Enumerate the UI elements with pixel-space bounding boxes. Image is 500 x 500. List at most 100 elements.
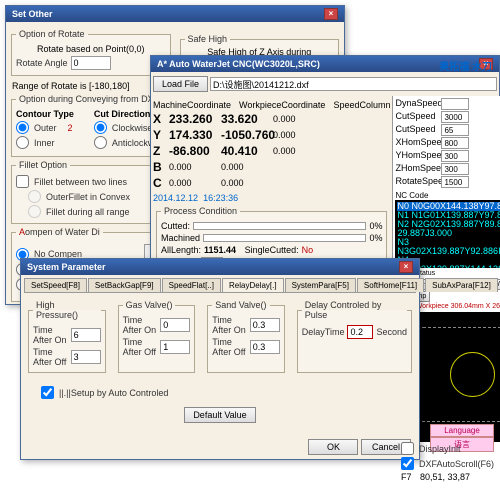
progress-bar xyxy=(193,222,366,230)
ax-b: B xyxy=(153,160,167,174)
rotate-angle-input[interactable] xyxy=(71,56,111,70)
hp-toff[interactable] xyxy=(71,350,101,364)
pct: 0% xyxy=(369,221,382,231)
compen-lbl: ompen of Water Di xyxy=(25,227,100,237)
b-mc: 0.000 xyxy=(169,162,219,172)
z-sp: 0.000 xyxy=(273,146,309,156)
wc-lbl: WorkpieceCoordinate xyxy=(239,100,325,110)
w3-title: System Parameter xyxy=(27,262,106,272)
hp-ton[interactable] xyxy=(71,328,101,342)
x-sp: 0.000 xyxy=(273,114,309,124)
dasc-lbl: DXFAutoScroll(F6) xyxy=(419,459,494,469)
delay-legend: Delay Controled by Pulse xyxy=(302,300,407,320)
z-wc: 40.410 xyxy=(221,144,271,158)
sec-lbl: Second xyxy=(376,327,407,337)
mc-lbl: MachineCoordinate xyxy=(153,100,231,110)
tab-5[interactable]: SoftHome[F11] xyxy=(357,278,424,292)
tab-3[interactable]: RelayDelay[.] xyxy=(222,278,284,292)
ccw-radio[interactable] xyxy=(94,136,107,149)
z-mc: -86.800 xyxy=(169,144,219,158)
zhom-input[interactable] xyxy=(441,163,469,175)
cutspeed2-input[interactable] xyxy=(441,124,469,136)
cutspeed-lbl: CutSpeed xyxy=(395,111,440,123)
progress-bar-2 xyxy=(203,234,366,242)
ok-button[interactable]: OK xyxy=(308,439,358,455)
single: No xyxy=(302,245,314,255)
nc-2: N2 N2G02X139.887Y89.888I-29.887J3.000 xyxy=(397,220,500,238)
y-mc: 174.330 xyxy=(169,128,219,142)
rotate-based: Rotate based on Point(0,0) xyxy=(16,44,166,54)
cw-radio[interactable] xyxy=(94,121,107,134)
cutspeed-input[interactable] xyxy=(441,111,469,123)
yhom-input[interactable] xyxy=(441,150,469,162)
ax-y: Y xyxy=(153,128,167,142)
dynaspeed-input[interactable] xyxy=(441,98,469,110)
single-lbl: SingleCutted: xyxy=(245,245,299,255)
brand-logo: 奥拓福 水刀 xyxy=(439,58,492,73)
hp-toff-lbl: Time After Off xyxy=(33,347,68,367)
date: 2014.12.12 xyxy=(153,193,198,203)
outer-lbl: Outer xyxy=(34,123,57,133)
cutdir-lbl: Cut Direction xyxy=(94,109,155,119)
w1-title: Set Other xyxy=(12,9,53,19)
x-mc: 233.260 xyxy=(169,112,219,126)
dasc-chk[interactable] xyxy=(401,457,414,470)
delaytime-lbl: DelayTime xyxy=(302,327,345,337)
c-wc: 0.000 xyxy=(221,178,271,188)
gas-ton-lbl: Time After On xyxy=(123,315,158,335)
machined-lbl: Machined xyxy=(161,233,200,243)
alllen: 1151.44 xyxy=(204,245,236,255)
fillet-opt2-radio xyxy=(28,205,41,218)
rot-lbl: RotateSpeed xyxy=(395,176,440,188)
contour-lbl: Contour Type xyxy=(16,109,74,119)
fillet-chk[interactable] xyxy=(16,175,29,188)
gas-ton[interactable] xyxy=(160,318,190,332)
zhom-lbl: ZHomSpeed xyxy=(395,163,440,175)
inner-lbl: Inner xyxy=(34,138,55,148)
sand-toff[interactable] xyxy=(250,340,280,354)
tab-1[interactable]: SetBackGap[F9] xyxy=(88,278,161,292)
process-legend: Process Condition xyxy=(161,206,240,216)
sand-legend: Sand Valve() xyxy=(212,300,269,310)
disp-chk[interactable] xyxy=(401,442,414,455)
xhom-input[interactable] xyxy=(441,137,469,149)
filepath-input[interactable] xyxy=(210,77,497,91)
close-icon[interactable]: × xyxy=(324,8,338,20)
default-button[interactable]: Default Value xyxy=(184,407,255,423)
sand-ton[interactable] xyxy=(250,318,280,332)
fillet-chk-lbl: Fillet between two lines xyxy=(34,177,127,187)
gas-toff[interactable] xyxy=(160,340,190,354)
setup-chk[interactable] xyxy=(41,386,54,399)
tab-0[interactable]: SetSpeed[F8] xyxy=(24,278,87,292)
disp-lbl: DisplayInit xyxy=(419,444,461,454)
ax-x: X xyxy=(153,112,167,126)
close-icon-3[interactable]: × xyxy=(399,261,413,273)
fillet-legend: Fillet Option xyxy=(16,160,70,170)
yhom-lbl: YHomSpeed xyxy=(395,150,440,162)
setup-lbl: ||.||Setup by Auto Controled xyxy=(59,388,168,398)
fillet-opt1-radio xyxy=(28,190,41,203)
rotate-legend: Option of Rotate xyxy=(16,29,88,39)
cutted-lbl: Cutted: xyxy=(161,221,190,231)
f7: F7 xyxy=(401,472,412,482)
coords: 80,51, 33,87 xyxy=(420,472,470,482)
w2-title: A* Auto WaterJet CNC(WC3020L,SRC) xyxy=(157,59,320,69)
cw-lbl: Clockwise xyxy=(112,123,153,133)
lang-label: Language xyxy=(430,424,494,437)
time: 16:23:36 xyxy=(203,193,238,203)
inner-radio[interactable] xyxy=(16,136,29,149)
fillet-opt2: Fillet during all range xyxy=(46,207,130,217)
delaytime-input[interactable] xyxy=(347,325,373,339)
loadfile-button[interactable]: Load File xyxy=(153,76,208,92)
fillet-opt1: OuterFillet in Convex xyxy=(46,192,130,202)
tab-2[interactable]: SpeedFlat[..] xyxy=(162,278,221,292)
tab-4[interactable]: SystemPara[F5] xyxy=(285,278,356,292)
y-sp: 0.000 xyxy=(273,130,309,140)
rot-input[interactable] xyxy=(441,176,469,188)
sc-lbl: SpeedColumn xyxy=(333,100,390,110)
hp-ton-lbl: Time After On xyxy=(33,325,68,345)
sand-toff-lbl: Time After Off xyxy=(212,337,247,357)
outer-radio[interactable] xyxy=(16,121,29,134)
nc-3: N3 N3G02X139.887Y92.886I40.000J0.000 xyxy=(397,238,500,256)
tab-6[interactable]: SubAxPara[F12] xyxy=(425,278,498,292)
